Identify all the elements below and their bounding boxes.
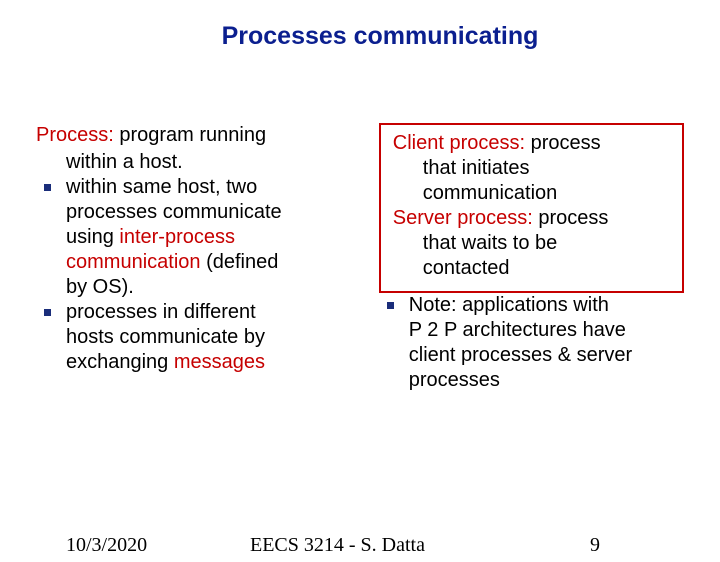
b2-line2: hosts communicate by (66, 325, 371, 350)
server-term: Server process: (393, 207, 533, 229)
client-line3: communication (423, 181, 672, 206)
footer-date: 10/3/2020 (66, 534, 147, 557)
server-line1: Server process: process (393, 206, 672, 231)
b1-line4: communication (defined (66, 250, 371, 275)
b1-line3: using inter-process (66, 225, 371, 250)
note-l4: processes (409, 368, 684, 393)
definitions-box: Client process: process that initiates c… (379, 123, 684, 293)
bullet-1: within same host, two processes communic… (36, 175, 371, 300)
note-bullets: Note: applications with P 2 P architectu… (379, 293, 684, 393)
note-l2: P 2 P architectures have (409, 318, 684, 343)
messages-term: messages (174, 351, 265, 373)
client-l1: process (525, 132, 601, 154)
left-bullets: within same host, two processes communic… (36, 175, 371, 375)
b1-line1: within same host, two (66, 175, 371, 200)
b2-l3-pre: exchanging (66, 351, 174, 373)
slide-title: Processes communicating (100, 22, 660, 51)
client-line1: Client process: process (393, 131, 672, 156)
ipc-term-2: communication (66, 251, 201, 273)
process-def-text-1: program running (114, 124, 266, 146)
server-line2: that waits to be (423, 231, 672, 256)
note-l1: Note: applications with (409, 293, 684, 318)
ipc-term-1: inter-process (119, 226, 235, 248)
client-term: Client process: (393, 132, 525, 154)
footer-course: EECS 3214 - S. Datta (250, 534, 425, 557)
b1-line5: by OS). (66, 275, 371, 300)
server-l1: process (533, 207, 609, 229)
process-def-line2: within a host. (66, 150, 371, 175)
b2-line1: processes in different (66, 300, 371, 325)
b1-line2: processes communicate (66, 200, 371, 225)
server-line3: contacted (423, 256, 672, 281)
note-bullet: Note: applications with P 2 P architectu… (379, 293, 684, 393)
note-l3: client processes & server (409, 343, 684, 368)
footer-page: 9 (590, 534, 600, 557)
content-columns: Process: program running within a host. … (0, 123, 720, 393)
b2-line3: exchanging messages (66, 350, 371, 375)
process-term: Process: (36, 124, 114, 146)
process-definition: Process: program running (36, 123, 371, 148)
bullet-2: processes in different hosts communicate… (36, 300, 371, 375)
b1-l3-pre: using (66, 226, 119, 248)
client-line2: that initiates (423, 156, 672, 181)
right-column: Client process: process that initiates c… (379, 123, 684, 393)
b1-l4-post: (defined (201, 251, 279, 273)
left-column: Process: program running within a host. … (36, 123, 371, 393)
